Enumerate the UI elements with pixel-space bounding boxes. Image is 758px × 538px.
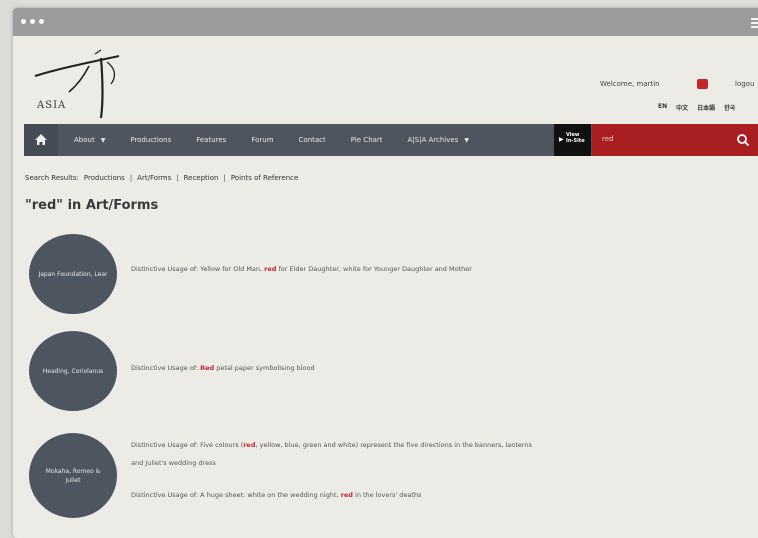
breadcrumb-productions[interactable]: Productions [84, 174, 125, 182]
nav-pie-chart[interactable]: Pie Chart [351, 136, 383, 144]
entry-text: Distinctive Usage of: Yellow for Old Man… [131, 265, 265, 273]
page-title: "red" in Art/Forms [25, 198, 159, 213]
menu-icon[interactable] [751, 18, 758, 30]
breadcrumb: Search Results: Productions | Art/Forms … [25, 174, 298, 182]
entry-highlight: Red [200, 364, 215, 372]
entry-text: and Juliet's wedding dress [131, 459, 216, 467]
site-logo[interactable] [31, 48, 121, 123]
search-box[interactable]: red [592, 124, 758, 156]
cart-icon[interactable] [697, 79, 708, 89]
lang-ko[interactable]: 한국 [724, 103, 735, 112]
result-entry: Distinctive Usage of: Five colours (red,… [131, 441, 532, 449]
result-thumbnail[interactable]: Heading, Coriolanus [29, 331, 117, 411]
result-entry: and Juliet's wedding dress [131, 459, 216, 467]
nav-about[interactable]: About ▼ [74, 136, 105, 144]
home-button[interactable] [24, 124, 58, 156]
nav-productions[interactable]: Productions [130, 136, 171, 144]
breadcrumb-artforms[interactable]: Art/Forms [137, 174, 171, 182]
result-thumbnail-label: Heading, Coriolanus [42, 367, 104, 375]
chevron-down-icon: ▼ [100, 137, 106, 144]
result-entry: Distinctive Usage of: A huge sheet: whit… [131, 491, 421, 499]
window-dot[interactable] [39, 19, 44, 24]
nav-features[interactable]: Features [196, 136, 226, 144]
breadcrumb-points-of-reference[interactable]: Points of Reference [231, 174, 298, 182]
nav-about-label: About [74, 136, 95, 144]
result-thumbnail-label: Mokaha, Romeo & Juliet [45, 467, 101, 484]
home-icon [35, 134, 47, 145]
lang-en[interactable]: EN [658, 103, 667, 112]
nav-archives[interactable]: A|S|A Archives ▼ [408, 136, 469, 144]
result-thumbnail[interactable]: Japan Foundation, Lear [29, 234, 117, 314]
window-dot[interactable] [21, 19, 26, 24]
entry-highlight: red [243, 441, 256, 449]
entry-text: , yellow, blue, green and white) represe… [255, 441, 533, 449]
language-switcher: EN 中文 日本語 한국 [658, 103, 735, 112]
view-in-site-label: View In-Site [566, 132, 585, 144]
nav-items: About ▼ Productions Features Forum Contac… [74, 124, 494, 156]
entry-text: Distinctive Usage of: A huge sheet: whit… [131, 491, 341, 499]
entry-text: petal paper symbolising blood [214, 364, 315, 372]
logo-text: ASIA [37, 100, 67, 111]
nav-archives-label: A|S|A Archives [407, 136, 459, 144]
chevron-down-icon: ▼ [464, 137, 469, 144]
entry-text: Distinctive Usage of: [131, 364, 201, 372]
breadcrumb-prefix: Search Results: [25, 174, 79, 182]
breadcrumb-separator: | [223, 174, 226, 182]
result-entry: Distinctive Usage of: Yellow for Old Man… [131, 265, 472, 273]
entry-text: for Elder Daughter, white for Younger Da… [276, 265, 472, 273]
breadcrumb-separator: | [176, 174, 179, 182]
entry-text: Distinctive Usage of: Five colours ( [131, 441, 244, 449]
breadcrumb-reception[interactable]: Reception [184, 174, 219, 182]
welcome-text: Welcome, martin [600, 80, 660, 88]
search-icon[interactable] [736, 133, 750, 147]
entry-highlight: red [340, 491, 353, 499]
result-thumbnail[interactable]: Mokaha, Romeo & Juliet [29, 433, 117, 518]
nav-contact[interactable]: Contact [299, 136, 326, 144]
result-thumbnail-label: Japan Foundation, Lear [38, 270, 108, 278]
logout-link[interactable]: logou [735, 80, 754, 88]
window-dot[interactable] [30, 19, 35, 24]
play-icon: ▶ [559, 136, 564, 143]
breadcrumb-separator: | [129, 174, 133, 182]
lang-zh[interactable]: 中文 [676, 103, 688, 112]
entry-text: in the lovers' deaths [352, 491, 422, 499]
view-in-site-button[interactable]: ▶ View In-Site [554, 124, 591, 156]
nav-forum[interactable]: Forum [251, 136, 273, 144]
browser-window: ASIA Welcome, martin logou EN 中文 日本語 한국 … [13, 8, 758, 538]
search-input[interactable]: red [602, 135, 613, 143]
entry-highlight: red [264, 265, 277, 273]
lang-ja[interactable]: 日本語 [697, 103, 715, 112]
window-controls[interactable] [21, 19, 44, 24]
title-bar [13, 8, 758, 36]
result-entry: Distinctive Usage of: Red petal paper sy… [131, 364, 315, 372]
main-navbar: About ▼ Productions Features Forum Contac… [24, 124, 758, 156]
